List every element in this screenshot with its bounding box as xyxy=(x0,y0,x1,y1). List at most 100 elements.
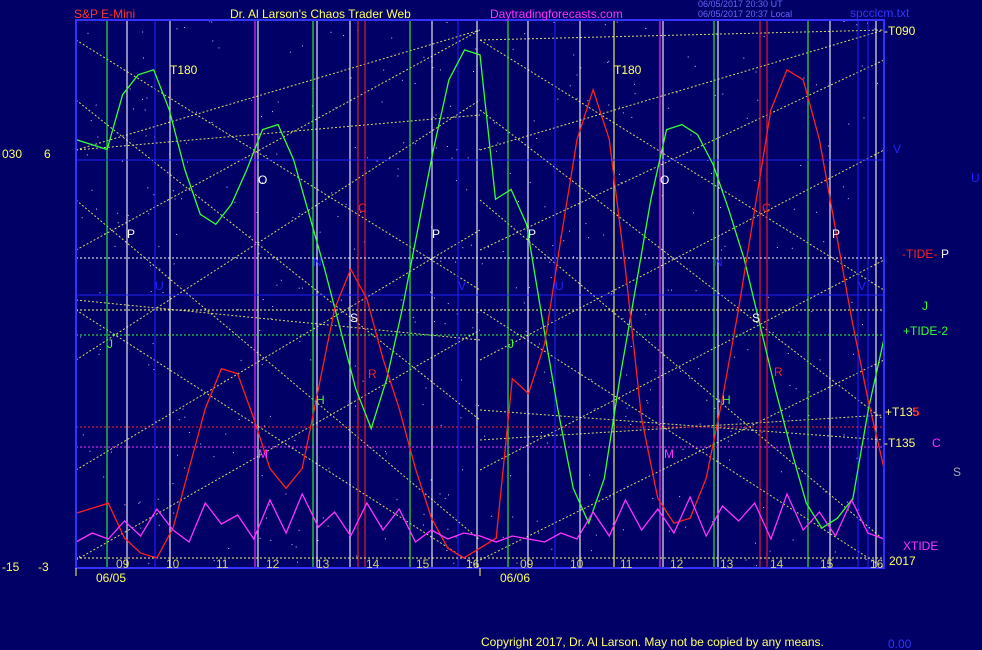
star-dot xyxy=(453,562,455,564)
flux-label: U xyxy=(155,279,164,293)
star-dot xyxy=(630,424,632,425)
star-dot xyxy=(121,160,123,162)
star-dot xyxy=(148,562,150,564)
star-dot xyxy=(679,370,681,372)
star-dot xyxy=(609,496,611,498)
star-dot xyxy=(763,507,765,509)
star-dot xyxy=(529,181,531,183)
hour-tick-label: 11 xyxy=(216,557,229,571)
star-dot xyxy=(550,277,552,279)
date-label: 06/05 xyxy=(96,571,126,585)
star-dot xyxy=(181,198,182,200)
star-dot xyxy=(99,349,101,350)
star-dot xyxy=(877,82,878,84)
star-dot xyxy=(546,442,548,444)
star-dot xyxy=(618,173,620,175)
star-dot xyxy=(225,433,227,435)
star-dot xyxy=(172,190,174,192)
label-u: U xyxy=(971,171,980,185)
star-dot xyxy=(756,565,757,567)
flux-label: P xyxy=(832,227,840,241)
star-dot xyxy=(667,289,669,291)
star-dot xyxy=(541,432,542,433)
star-dot xyxy=(322,517,324,519)
star-dot xyxy=(536,520,538,522)
site-link[interactable]: Daytradingforecasts.com xyxy=(490,7,623,21)
star-dot xyxy=(343,35,345,37)
star-dot xyxy=(727,440,729,442)
star-dot xyxy=(668,530,670,532)
star-dot xyxy=(789,415,790,417)
star-dot xyxy=(355,405,356,407)
star-dot xyxy=(475,48,477,50)
star-dot xyxy=(384,538,386,540)
hour-tick-label: 10 xyxy=(166,557,180,571)
star-dot xyxy=(262,299,264,301)
star-dot xyxy=(435,114,437,116)
star-dot xyxy=(793,208,795,210)
star-dot xyxy=(256,211,258,213)
star-dot xyxy=(142,98,143,100)
star-dot xyxy=(714,407,716,409)
star-dot xyxy=(625,415,627,417)
star-dot xyxy=(259,537,261,539)
star-dot xyxy=(212,40,214,42)
label-xtide: XTIDE xyxy=(903,539,938,553)
star-dot xyxy=(502,536,504,538)
star-dot xyxy=(622,317,624,319)
star-dot xyxy=(158,246,160,248)
star-dot xyxy=(261,364,263,366)
star-dot xyxy=(528,287,530,288)
label-c: C xyxy=(932,436,941,450)
star-dot xyxy=(354,365,356,367)
left-axis-bottom-a: -15 xyxy=(2,560,20,574)
star-dot xyxy=(616,21,618,23)
star-dot xyxy=(401,79,403,81)
star-dot xyxy=(573,256,575,258)
star-dot xyxy=(144,109,146,111)
star-dot xyxy=(265,155,267,156)
star-dot xyxy=(470,244,472,246)
star-dot xyxy=(149,265,151,267)
flux-label: V xyxy=(858,279,866,293)
star-dot xyxy=(331,192,333,194)
star-dot xyxy=(551,548,553,550)
star-dot xyxy=(345,203,347,205)
star-dot xyxy=(384,451,386,452)
hour-tick-label: 15 xyxy=(820,557,834,571)
star-dot xyxy=(298,529,300,531)
star-dot xyxy=(720,207,721,208)
star-dot xyxy=(82,434,84,436)
flux-label: C xyxy=(358,201,367,215)
star-dot xyxy=(734,356,736,358)
star-dot xyxy=(152,343,154,345)
star-dot xyxy=(436,147,438,149)
star-dot xyxy=(391,37,393,39)
star-dot xyxy=(847,198,849,200)
timestamp-ut: 06/05/2017 20:30 UT xyxy=(698,0,783,9)
star-dot xyxy=(301,45,303,47)
star-dot xyxy=(150,291,152,293)
star-dot xyxy=(494,122,495,124)
star-dot xyxy=(249,235,251,237)
star-dot xyxy=(787,353,789,354)
flux-label: T180 xyxy=(614,63,642,77)
star-dot xyxy=(510,475,511,477)
file-name: spcclcm.txt xyxy=(850,6,910,20)
star-dot xyxy=(573,54,575,56)
star-dot xyxy=(176,28,178,30)
star-dot xyxy=(238,419,240,420)
star-dot xyxy=(853,353,854,355)
star-dot xyxy=(467,157,469,159)
star-dot xyxy=(745,559,747,561)
flux-label: V xyxy=(458,279,466,293)
hour-tick-label: 12 xyxy=(266,557,280,571)
star-dot xyxy=(587,100,589,102)
star-dot xyxy=(178,419,180,421)
star-dot xyxy=(685,526,687,528)
star-dot xyxy=(289,51,291,53)
star-dot xyxy=(414,143,416,145)
star-dot xyxy=(874,28,876,30)
star-dot xyxy=(264,425,266,427)
star-dot xyxy=(645,313,647,315)
